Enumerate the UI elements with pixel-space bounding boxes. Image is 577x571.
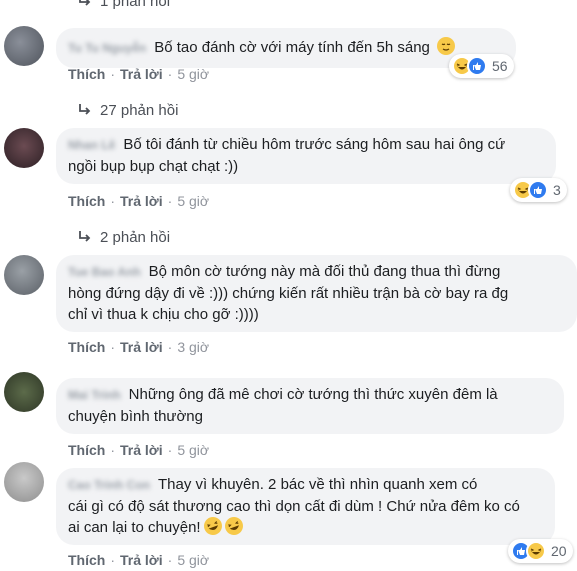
comment-author[interactable]: Nhan Lê [68,135,115,156]
avatar[interactable] [4,128,44,168]
replies-toggle-label: 2 phản hồi [100,228,171,246]
comment-text-line: cái gì có độ sát thương cao thì dọn cất … [68,497,520,515]
comment-text-line: ngồi bụp bụp chạt chạt :)) [68,157,239,175]
comment-time[interactable]: 3 giờ [177,339,209,355]
replies-toggle-label: 27 phản hồi [100,101,179,119]
reply-arrow-icon [79,104,91,115]
comment-time[interactable]: 5 giờ [177,66,209,82]
comment-bubble: Tue Bao Anh Bộ môn cờ tướng này mà đối th… [56,255,577,332]
comment-text-line: Những ông đã mê chơi cờ tướng thì thức x… [128,386,498,403]
separator-dot: · [110,339,116,355]
comment-bubble: Tu Tu Nguyễn Bố tao đánh cờ với máy tính … [56,28,516,68]
like-link[interactable]: Thích [68,552,105,568]
comment-text-line: Bố tôi đánh từ chiều hôm trước sáng hôm … [123,136,506,153]
comment-author[interactable]: Mai Trinh [68,385,121,406]
separator-dot: · [110,442,116,458]
avatar[interactable] [4,26,44,66]
like-link[interactable]: Thích [68,66,105,82]
separator-dot: · [167,442,173,458]
comment-text-line: chuyện bình thường [68,407,203,425]
comment-actions: Thích · Trả lời · 5 giờ [68,66,209,82]
comment-text-line: Thay vì khuyên. 2 bác về thì nhìn quanh … [158,476,478,493]
replies-toggle-top[interactable]: 1 phản hồi [76,0,170,12]
separator-dot: · [167,193,173,209]
relieved-face-icon [437,37,456,55]
comment-time[interactable]: 5 giờ [177,552,209,568]
rofl-face-icon [222,513,246,538]
comment-bubble: Mai Trinh Những ông đã mê chơi cờ tướng t… [56,378,564,434]
reaction-count: 20 [551,543,567,559]
like-link[interactable]: Thích [68,193,105,209]
comment-actions: Thích · Trả lời · 3 giờ [68,339,209,355]
separator-dot: · [167,339,173,355]
comment-text-line: Bộ môn cờ tướng này mà đối thủ đang thua… [148,263,501,280]
avatar[interactable] [4,462,44,502]
replies-toggle[interactable]: 27 phản hồi [76,99,178,121]
comment-author[interactable]: Tu Tu Nguyễn [68,38,146,59]
comment-text-line: ai can lại to chuyện! [68,518,201,536]
separator-dot: · [110,552,116,568]
haha-reaction-icon [526,541,546,561]
reaction-summary[interactable]: 20 [508,539,573,563]
replies-toggle[interactable]: 2 phản hồi [76,226,170,248]
rofl-face-icon [201,513,225,538]
reply-link[interactable]: Trả lời [120,442,163,458]
like-reaction-icon [528,180,548,200]
reply-link[interactable]: Trả lời [120,66,163,82]
like-link[interactable]: Thích [68,442,105,458]
reaction-count: 3 [553,182,561,198]
comment-bubble: Nhan Lê Bố tôi đánh từ chiều hôm trước sá… [56,128,556,184]
comment-actions: Thích · Trả lời · 5 giờ [68,442,209,458]
comment-author[interactable]: Tue Bao Anh [68,262,141,283]
comment-time[interactable]: 5 giờ [177,442,209,458]
avatar[interactable] [4,255,44,295]
comment-bubble: Cao Trinh Con Thay vì khuyên. 2 bác về th… [56,468,555,545]
like-link[interactable]: Thích [68,339,105,355]
reaction-summary[interactable]: 56 [449,54,514,78]
avatar[interactable] [4,372,44,412]
separator-dot: · [110,66,116,82]
separator-dot: · [167,552,173,568]
reply-link[interactable]: Trả lời [120,193,163,209]
like-reaction-icon [467,56,487,76]
comment-author[interactable]: Cao Trinh Con [68,475,150,496]
comment-actions: Thích · Trả lời · 5 giờ [68,193,209,209]
reply-arrow-icon [79,231,91,242]
comment-text-line: chỉ vì thua k chịu cho gỡ :)))) [68,305,259,323]
reply-link[interactable]: Trả lời [120,339,163,355]
comment-time[interactable]: 5 giờ [177,193,209,209]
separator-dot: · [110,193,116,209]
comment-actions: Thích · Trả lời · 5 giờ [68,552,209,568]
comment-text-line: hòng đứng dậy đi về :))) chứng kiến rất … [68,284,509,302]
separator-dot: · [167,66,173,82]
reaction-summary[interactable]: 3 [510,178,567,202]
comment-text: Bố tao đánh cờ với máy tính đến 5h sáng [154,39,430,56]
reply-arrow-icon [79,0,91,6]
replies-toggle-label: 1 phản hồi [100,0,171,10]
reaction-count: 56 [492,58,508,74]
reply-link[interactable]: Trả lời [120,552,163,568]
